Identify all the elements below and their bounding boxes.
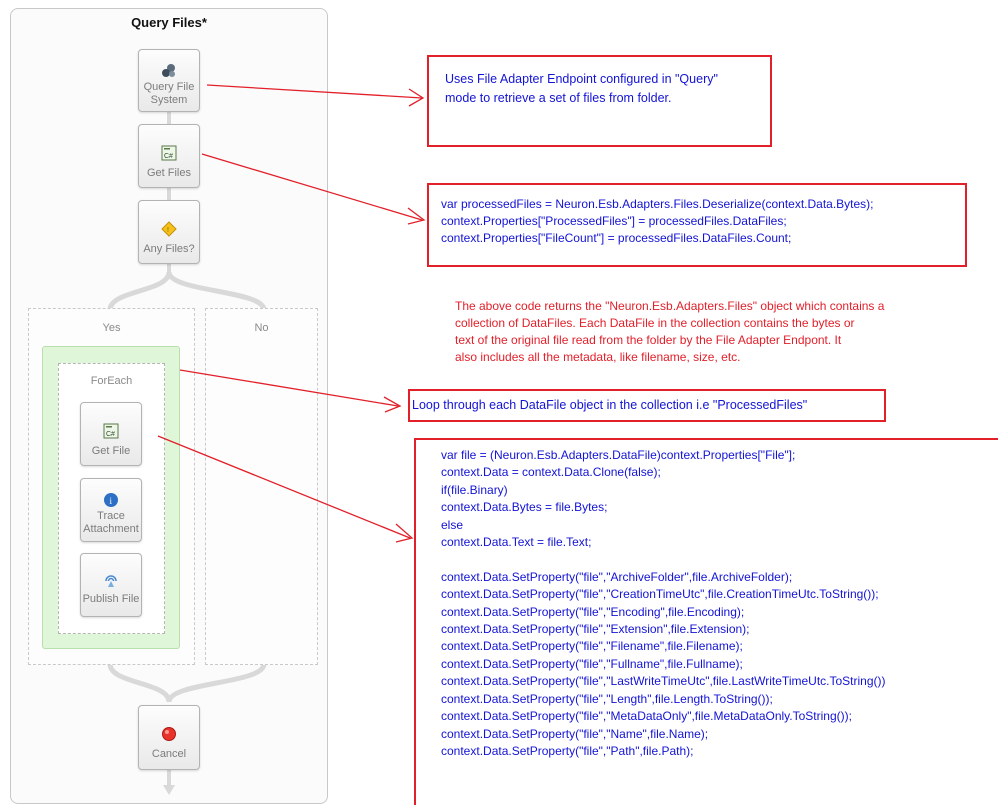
explanation-text: The above code returns the "Neuron.Esb.A… [455,299,885,364]
get-files-code: var processedFiles = Neuron.Esb.Adapters… [441,197,874,245]
loop-note-text: Loop through each DataFile object in the… [412,398,808,412]
query-note-text: Uses File Adapter Endpoint configured in… [445,72,718,105]
get-file-code: var file = (Neuron.Esb.Adapters.DataFile… [441,448,886,758]
